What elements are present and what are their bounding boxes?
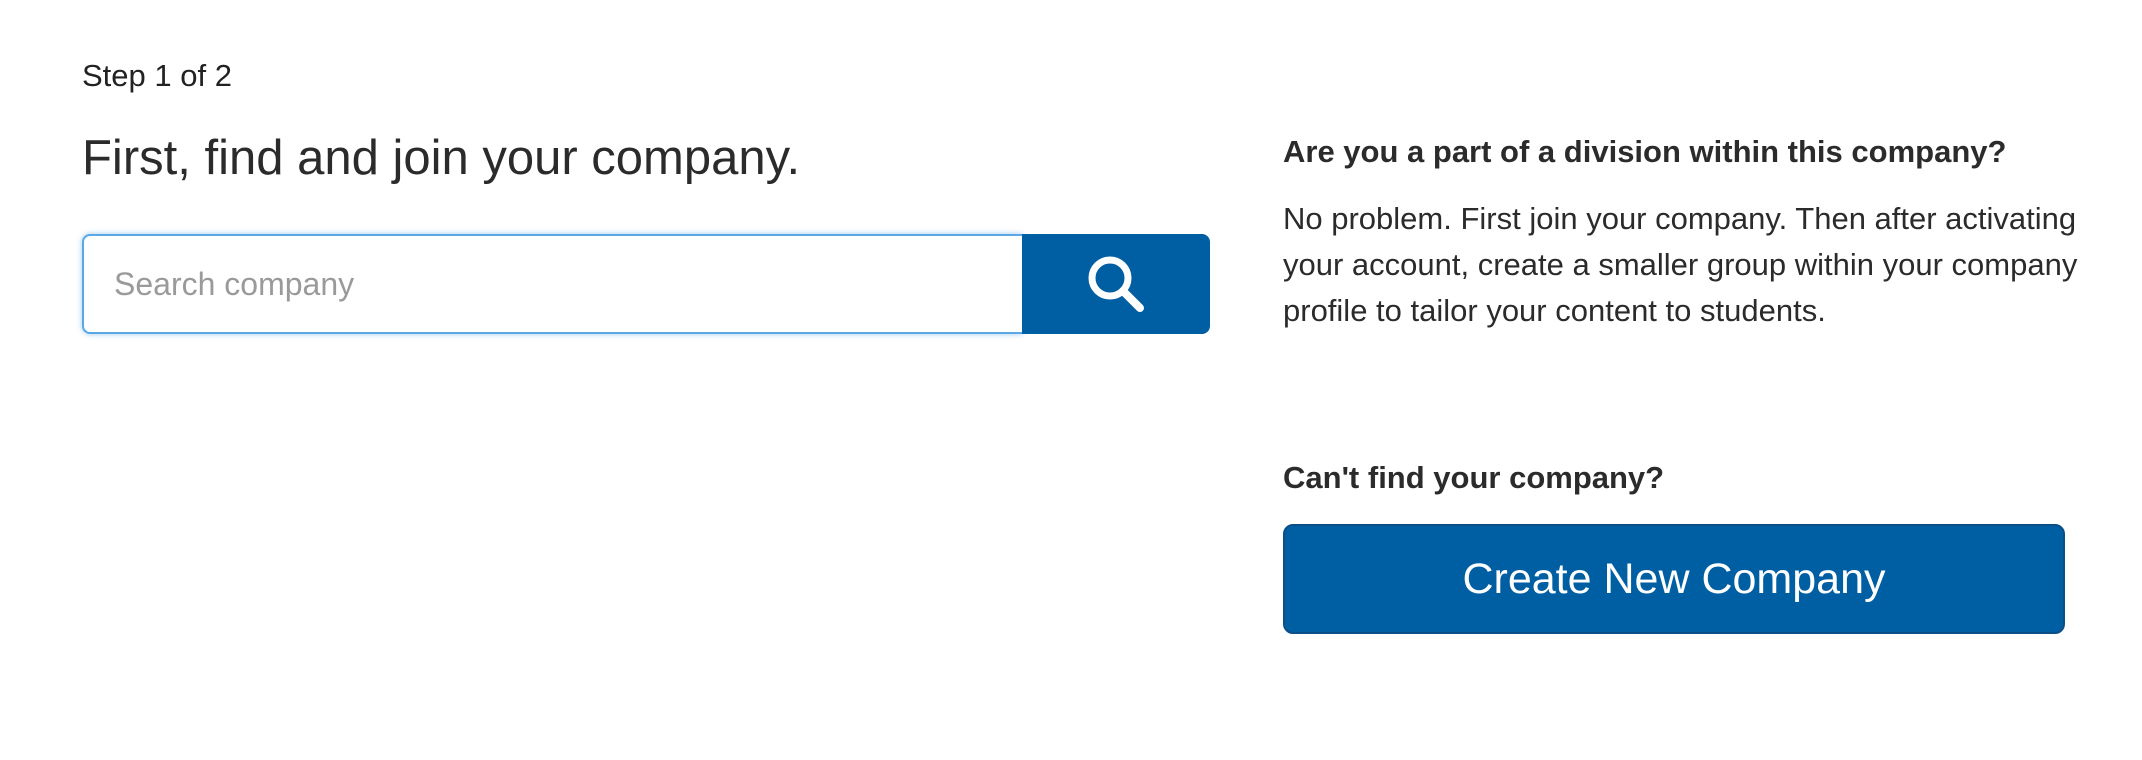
page-title: First, find and join your company. bbox=[82, 131, 801, 185]
search-company-input[interactable] bbox=[82, 234, 1022, 334]
search-icon bbox=[1088, 256, 1144, 312]
create-new-company-button[interactable]: Create New Company bbox=[1283, 524, 2065, 634]
company-search-bar bbox=[82, 234, 1210, 334]
search-button[interactable] bbox=[1022, 234, 1210, 334]
division-heading: Are you a part of a division within this… bbox=[1283, 134, 2007, 169]
cant-find-heading: Can't find your company? bbox=[1283, 460, 1665, 495]
step-indicator: Step 1 of 2 bbox=[82, 58, 232, 93]
division-explanation: No problem. First join your company. The… bbox=[1283, 201, 2078, 328]
